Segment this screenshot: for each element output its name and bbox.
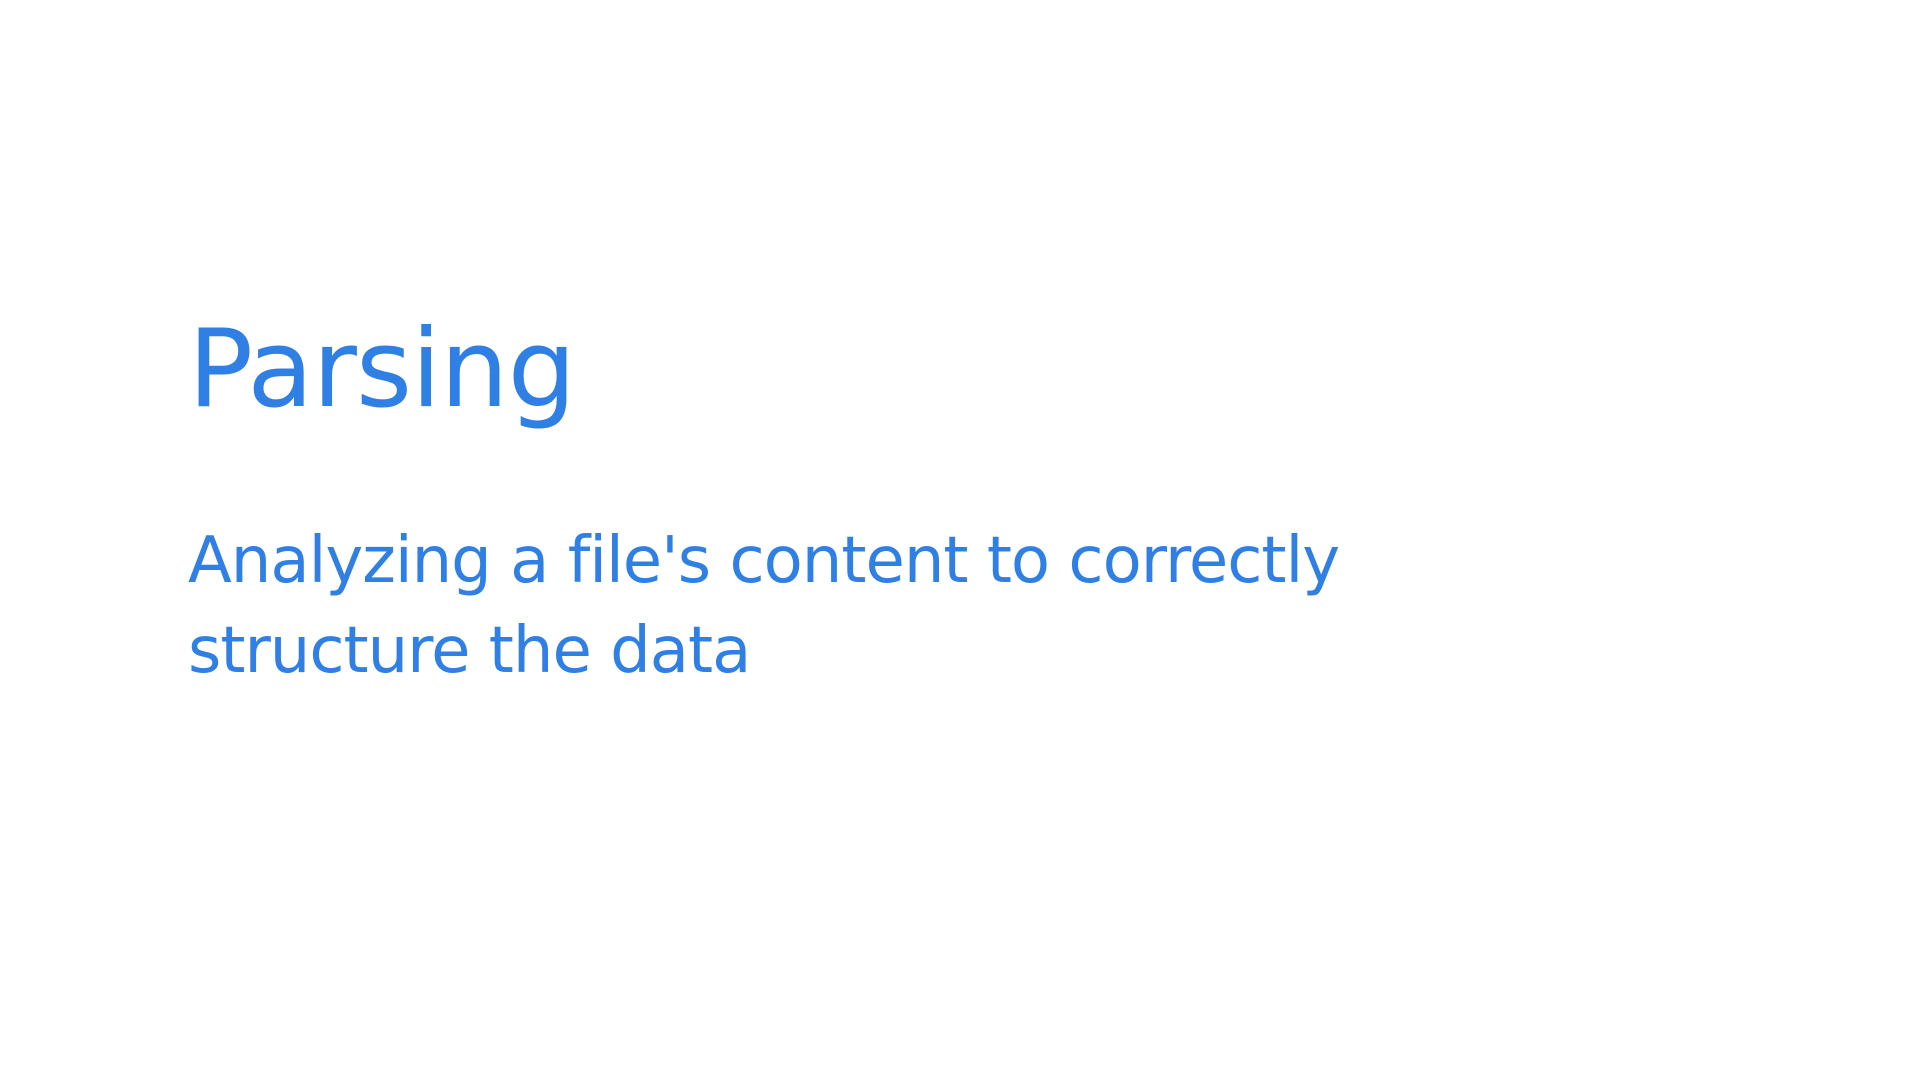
slide-subtitle: Analyzing a file's content to correctly … [188, 524, 1340, 688]
slide-title: Parsing [188, 307, 576, 432]
slide: Parsing Analyzing a file's content to co… [0, 0, 1920, 1080]
